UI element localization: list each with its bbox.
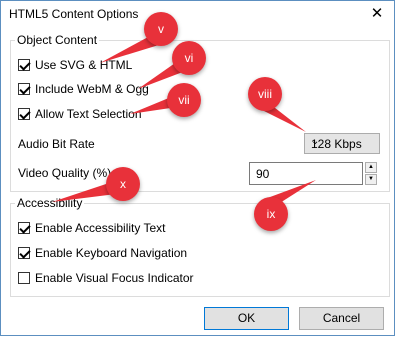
checkbox-box[interactable] bbox=[18, 108, 30, 120]
use-svg-html-label: Use SVG & HTML bbox=[35, 58, 133, 72]
video-quality-value: 90 bbox=[256, 167, 270, 181]
accessibility-label: Accessibility bbox=[15, 196, 85, 210]
enable-keyboard-navigation-label: Enable Keyboard Navigation bbox=[35, 246, 188, 260]
spin-up-icon[interactable]: ▲ bbox=[365, 162, 377, 173]
callout-marker-vi: vi bbox=[172, 41, 206, 75]
dialog-title: HTML5 Content Options bbox=[9, 7, 139, 21]
allow-text-selection-checkbox[interactable]: Allow Text Selection bbox=[18, 106, 142, 122]
video-quality-input[interactable]: 90 bbox=[249, 162, 363, 185]
callout-marker-x: x bbox=[106, 167, 140, 201]
enable-visual-focus-indicator-label: Enable Visual Focus Indicator bbox=[35, 271, 194, 285]
audio-bit-rate-label: Audio Bit Rate bbox=[18, 137, 95, 151]
enable-accessibility-text-checkbox[interactable]: Enable Accessibility Text bbox=[18, 220, 166, 236]
object-content-label: Object Content bbox=[15, 33, 100, 47]
ok-button[interactable]: OK bbox=[204, 307, 289, 330]
checkbox-box[interactable] bbox=[18, 247, 30, 259]
title-bar: HTML5 Content Options ✕ bbox=[1, 1, 394, 28]
video-quality-label: Video Quality (%) bbox=[18, 166, 112, 180]
include-webm-ogg-label: Include WebM & Ogg bbox=[35, 82, 149, 96]
callout-marker-v: v bbox=[144, 12, 178, 46]
callout-marker-ix: ix bbox=[254, 197, 288, 231]
enable-accessibility-text-label: Enable Accessibility Text bbox=[35, 221, 166, 235]
video-quality-spinner: ▲ ▼ bbox=[365, 162, 377, 185]
checkbox-box[interactable] bbox=[18, 272, 30, 284]
checkbox-box[interactable] bbox=[18, 83, 30, 95]
use-svg-html-checkbox[interactable]: Use SVG & HTML bbox=[18, 57, 132, 73]
checkbox-box[interactable] bbox=[18, 222, 30, 234]
allow-text-selection-label: Allow Text Selection bbox=[35, 107, 142, 121]
spin-down-icon[interactable]: ▼ bbox=[365, 174, 377, 185]
chevron-down-icon: ⌄ bbox=[311, 136, 320, 147]
include-webm-ogg-checkbox[interactable]: Include WebM & Ogg bbox=[18, 81, 149, 97]
callout-marker-viii: viii bbox=[248, 77, 282, 111]
enable-keyboard-navigation-checkbox[interactable]: Enable Keyboard Navigation bbox=[18, 245, 187, 261]
close-icon[interactable]: ✕ bbox=[366, 4, 388, 24]
callout-marker-vii: vii bbox=[167, 83, 201, 117]
audio-bit-rate-select[interactable]: 128 Kbps ⌄ bbox=[304, 133, 380, 154]
checkbox-box[interactable] bbox=[18, 59, 30, 71]
enable-visual-focus-indicator-checkbox[interactable]: Enable Visual Focus Indicator bbox=[18, 270, 194, 286]
cancel-button[interactable]: Cancel bbox=[299, 307, 384, 330]
